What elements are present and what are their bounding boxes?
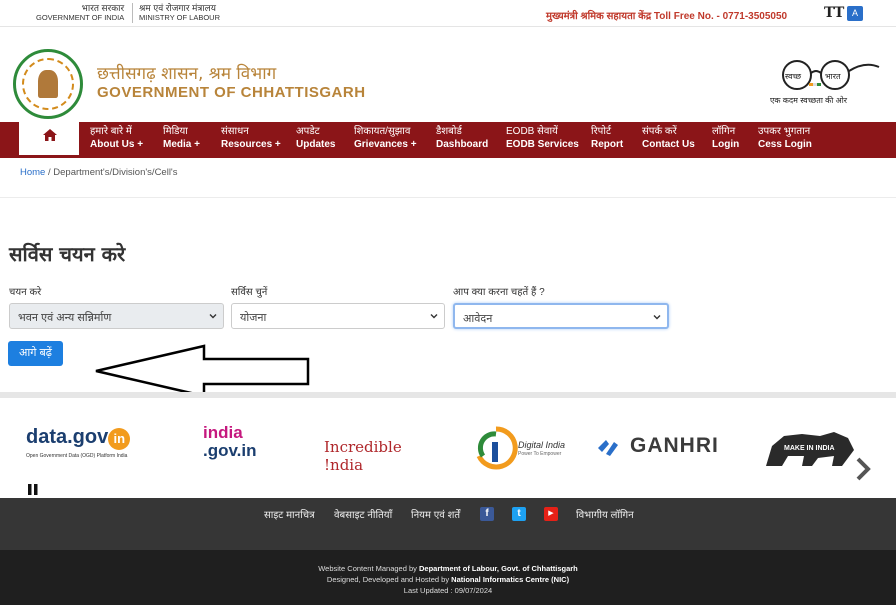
language-icon[interactable]: A xyxy=(847,6,863,21)
digital-india-icon xyxy=(476,426,518,470)
nav-updates[interactable]: अपडेट Updates xyxy=(296,125,335,155)
site-title-hindi: छत्तीसगढ़ शासन, श्रम विभाग xyxy=(97,64,277,84)
footer-link-sitemap[interactable]: साइट मानचित्र xyxy=(264,507,315,521)
facebook-icon[interactable]: f xyxy=(480,507,494,521)
action-label: आप क्या करना चहतें हैं ? xyxy=(453,287,545,298)
service-label: सर्विस चुनें xyxy=(231,287,268,298)
state-emblem-logo[interactable] xyxy=(13,49,83,119)
category-select[interactable]: भवन एवं अन्य सन्निर्माण xyxy=(9,303,224,329)
chevron-right-icon[interactable] xyxy=(853,456,873,482)
ganhri-icon xyxy=(598,440,618,456)
data-gov-logo[interactable]: data.gov in Open Government Data (OGD) Pl… xyxy=(26,426,156,466)
arrow-left-annotation xyxy=(95,344,310,398)
chevron-down-icon xyxy=(209,314,217,319)
gov-india-label: भारत सरकार GOVERNMENT OF INDIA xyxy=(36,3,125,22)
site-header: छत्तीसगढ़ शासन, श्रम विभाग GOVERNMENT OF… xyxy=(0,27,896,122)
footer-link-policies[interactable]: वेबसाइट नीतियाँ xyxy=(334,507,392,521)
swachh-tagline: एक कदम स्वच्छता की ओर xyxy=(770,96,848,105)
ministry-label: श्रम एवं रोजगार मंत्रालय MINISTRY OF LAB… xyxy=(132,3,220,23)
footer-link-dept-login[interactable]: विभागीय लॉगिन xyxy=(576,507,634,521)
nav-contact[interactable]: संपर्क करें Contact Us xyxy=(642,125,695,155)
swachh-right-text: भारत xyxy=(825,72,841,81)
swachh-left-text: स्वच्छ xyxy=(785,72,802,81)
nav-login[interactable]: लॉगिन Login xyxy=(712,125,739,155)
digital-india-logo[interactable]: Digital India Power To Empower xyxy=(474,426,574,470)
site-title-english: GOVERNMENT OF CHHATTISGARH xyxy=(97,84,366,101)
page-title: सर्विस चयन करे xyxy=(9,242,126,266)
category-label: चयन करे xyxy=(9,287,42,298)
managed-by: Department of Labour, Govt. of Chhattisg… xyxy=(419,564,578,573)
twitter-icon[interactable]: t xyxy=(512,507,526,521)
footer-links: साइट मानचित्र वेबसाइट नीतियाँ नियम एवं श… xyxy=(0,498,896,550)
nav-home[interactable] xyxy=(19,122,79,158)
nav-about[interactable]: हमारे बारे में About Us + xyxy=(90,125,143,155)
nav-resources[interactable]: संसाधन Resources + xyxy=(221,125,281,155)
make-in-india-logo[interactable]: MAKE IN INDIA xyxy=(762,426,858,466)
incredible-india-logo[interactable]: Incredible !ndia xyxy=(324,438,434,478)
chevron-down-icon xyxy=(653,315,661,320)
lion-icon: MAKE IN INDIA xyxy=(766,432,854,466)
ganhri-logo[interactable]: GANHRI xyxy=(596,434,736,476)
nav-dashboard[interactable]: डैशबोर्ड Dashboard xyxy=(436,125,488,155)
youtube-icon[interactable]: ▶ xyxy=(544,507,558,521)
text-size-icon[interactable]: TT xyxy=(824,5,844,21)
top-bar: भारत सरकार GOVERNMENT OF INDIA श्रम एवं … xyxy=(0,0,896,27)
nav-eodb-services[interactable]: EODB सेवायें EODB Services xyxy=(506,125,579,155)
pause-icon[interactable] xyxy=(28,484,38,495)
chevron-down-icon xyxy=(430,314,438,319)
next-button[interactable]: आगे बढ़ें xyxy=(8,341,63,366)
breadcrumb: Home / Department's/Division's/Cell's xyxy=(0,158,896,198)
breadcrumb-home-link[interactable]: Home xyxy=(20,167,45,178)
service-selection-panel: सर्विस चयन करे चयन करे भवन एवं अन्य सन्न… xyxy=(0,198,896,398)
main-nav: हमारे बारे में About Us + मिडिया Media + स… xyxy=(0,122,896,158)
nav-report[interactable]: रिपोर्ट Report xyxy=(591,125,623,155)
nav-cess-login[interactable]: उपकर भुगतान Cess Login xyxy=(758,125,812,155)
service-select[interactable]: योजना xyxy=(231,303,445,329)
nav-grievances[interactable]: शिकायत/सुझाव Grievances + xyxy=(354,125,417,155)
last-updated: Last Updated : 09/07/2024 xyxy=(403,586,493,595)
nav-media[interactable]: मिडिया Media + xyxy=(163,125,200,155)
hosted-by: National Informatics Centre (NIC) xyxy=(451,575,570,584)
footer-link-terms[interactable]: नियम एवं शर्तें xyxy=(411,507,460,521)
india-gov-logo[interactable]: india .gov.in xyxy=(203,424,269,464)
breadcrumb-current: Department's/Division's/Cell's xyxy=(53,167,178,178)
partner-logos-carousel: data.gov in Open Government Data (OGD) Pl… xyxy=(0,392,896,498)
footer-credits: Website Content Managed by Department of… xyxy=(0,550,896,605)
home-icon xyxy=(43,129,57,141)
action-select[interactable]: आवेदन xyxy=(453,303,669,329)
toll-free-number: मुख्यमंत्री श्रमिक सहायता केंद्र Toll Fr… xyxy=(546,11,788,22)
make-in-india-text: MAKE IN INDIA xyxy=(784,445,835,452)
